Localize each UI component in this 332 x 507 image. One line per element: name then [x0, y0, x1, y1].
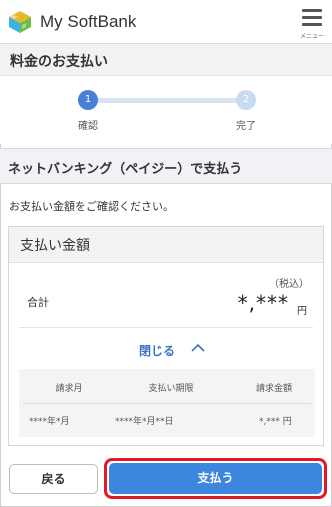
amount-card: 支払い金額 （税込） 合計 *,*** 円 閉じる 請求月 支払い期限 請求金額… — [8, 226, 324, 446]
tax-note: （税込） — [269, 279, 309, 290]
close-details-label: 閉じる — [139, 344, 176, 358]
softbank-logo-icon[interactable] — [8, 10, 32, 34]
chevron-up-icon — [191, 343, 205, 352]
total-label: 合計 — [27, 296, 49, 309]
step-1-label: 確認 — [78, 121, 98, 132]
page-title-bar: 料金のお支払い — [0, 44, 332, 76]
pay-button[interactable]: 支払う — [109, 463, 322, 494]
close-details-toggle[interactable]: 閉じる — [129, 340, 219, 360]
menu-label: メニュー — [299, 33, 324, 40]
back-button[interactable]: 戻る — [9, 464, 98, 494]
step-1-indicator: 1 — [78, 90, 98, 110]
table-cell-amount: *,*** 円 — [259, 417, 292, 427]
column-header-due-date: 支払い期限 — [148, 384, 194, 394]
step-2-label: 完了 — [236, 121, 256, 132]
column-header-amount: 請求金額 — [255, 384, 292, 394]
total-unit: 円 — [297, 306, 307, 317]
table-cell-billing-month: ****年*月 — [29, 417, 70, 427]
amount-card-heading: 支払い金額 — [20, 238, 90, 254]
hamburger-icon-bar — [302, 16, 322, 19]
hamburger-icon-bar — [302, 23, 322, 26]
column-header-billing-month: 請求月 — [55, 384, 83, 394]
table-cell-due-date: ****年*月**日 — [115, 417, 174, 427]
card-divider — [19, 327, 313, 328]
app-title: My SoftBank — [40, 12, 137, 31]
hamburger-icon — [302, 9, 322, 12]
menu-button[interactable]: メニュー — [298, 6, 326, 40]
total-amount: *,*** — [237, 291, 289, 315]
progress-stepper: 1 2 確認 完了 — [0, 76, 332, 144]
section-header: ネットバンキング（ペイジー）で支払う — [0, 148, 332, 184]
stepper-track — [88, 98, 246, 103]
confirm-instruction: お支払い金額をご確認ください。 — [9, 200, 174, 213]
step-2-indicator: 2 — [236, 90, 256, 110]
page-title: 料金のお支払い — [10, 54, 108, 70]
section-title: ネットバンキング（ペイジー）で支払う — [8, 162, 243, 177]
amount-card-header: 支払い金額 — [9, 227, 323, 263]
app-header: My SoftBank メニュー — [0, 0, 332, 44]
table-divider — [23, 403, 311, 404]
billing-detail-table: 請求月 支払い期限 請求金額 ****年*月 ****年*月**日 *,*** … — [19, 369, 315, 437]
